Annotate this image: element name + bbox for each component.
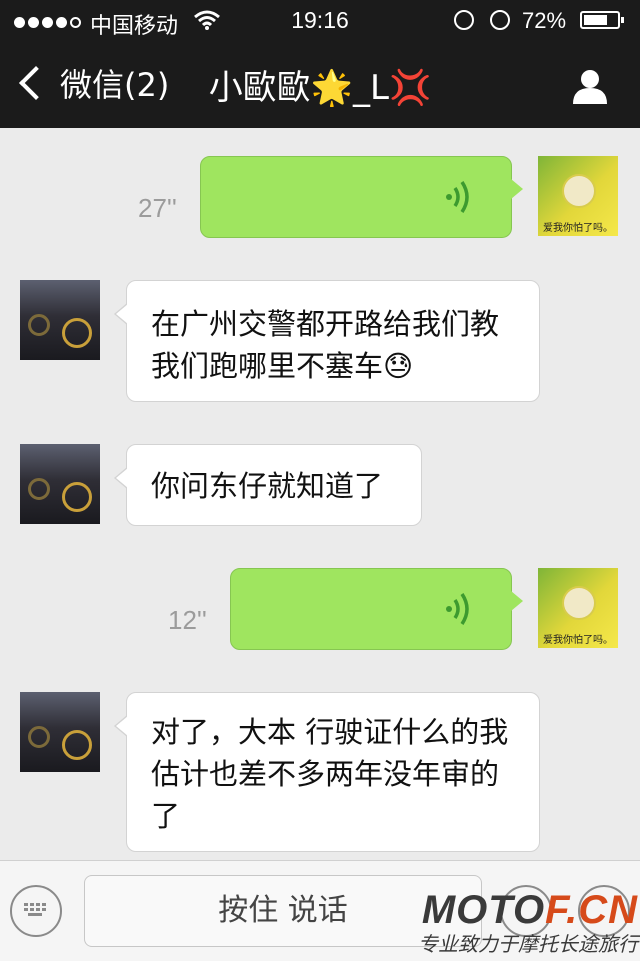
keyboard-icon (24, 903, 46, 916)
contact-profile-icon[interactable] (570, 66, 610, 106)
status-bar: 中国移动 19:16 72% (0, 0, 640, 40)
watermark-slogan: 专业致力于摩托长途旅行 (418, 932, 638, 956)
contact-avatar[interactable] (20, 280, 100, 360)
voice-bubble[interactable] (200, 156, 523, 238)
my-avatar[interactable]: 爱我你怕了吗。 (538, 568, 618, 648)
text-bubble[interactable]: 你问东仔就知道了 (114, 444, 422, 526)
watermark: MOTOF.CN 专业致力于摩托长途旅行 (398, 888, 638, 958)
contact-avatar[interactable] (20, 444, 100, 524)
alarm-icon (490, 10, 510, 30)
voice-wave-icon (446, 593, 469, 625)
text-bubble[interactable]: 对了，大本 行驶证什么的我估计也差不多两年没年审的了 (114, 692, 540, 852)
voice-wave-icon (446, 181, 469, 213)
contact-avatar[interactable] (20, 692, 100, 772)
battery-percent: 72% (522, 8, 567, 33)
avatar-caption: 爱我你怕了吗。 (543, 223, 613, 234)
voice-duration: 12'' (168, 605, 207, 635)
avatar-caption: 爱我你怕了吗。 (543, 635, 613, 646)
nav-bar: 微信(2) 小歐歐🌟_L💢 (0, 40, 640, 128)
my-avatar[interactable]: 爱我你怕了吗。 (538, 156, 618, 236)
orientation-lock-icon (454, 10, 474, 30)
voice-duration: 27'' (138, 193, 177, 223)
battery-icon (580, 11, 624, 29)
voice-bubble[interactable] (230, 568, 523, 650)
chat-title: 小歐歐🌟_L💢 (208, 68, 432, 108)
watermark-logo: MOTOF.CN (421, 888, 638, 932)
keyboard-toggle-button[interactable] (10, 885, 62, 937)
text-bubble[interactable]: 在广州交警都开路给我们教我们跑哪里不塞车😓 (114, 280, 540, 402)
